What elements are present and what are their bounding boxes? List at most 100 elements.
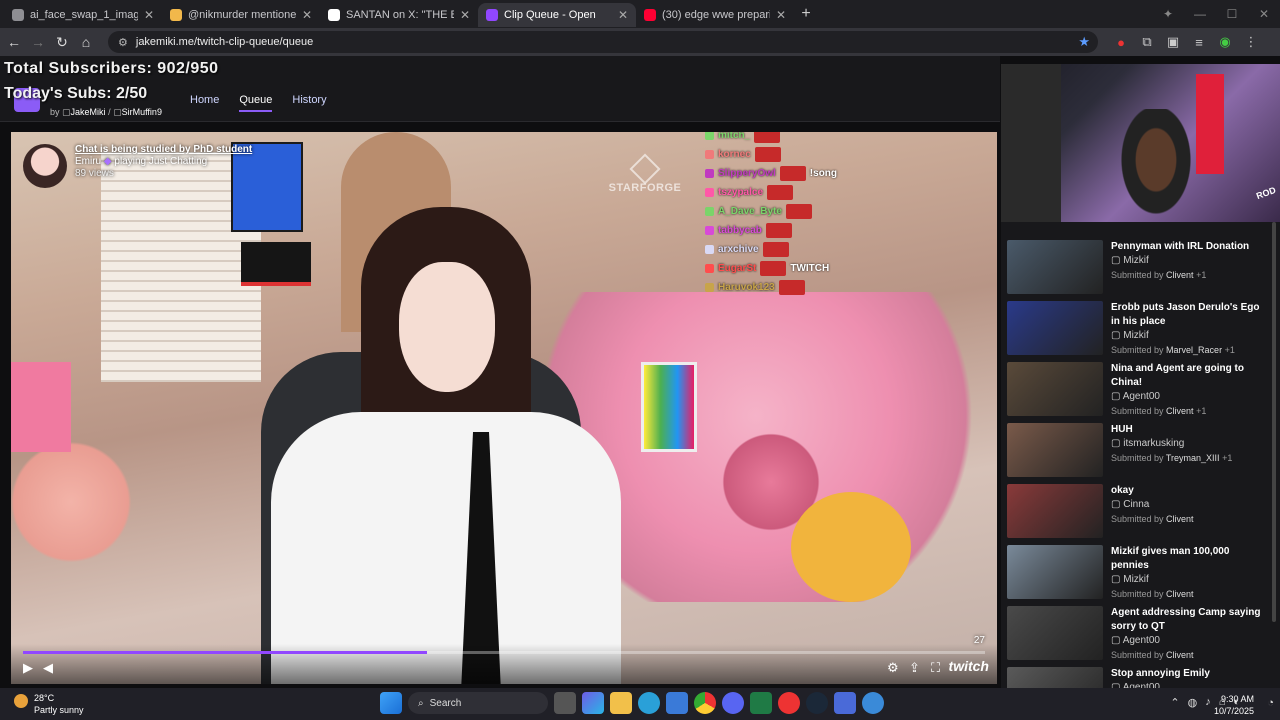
queue-thumbnail[interactable] — [1007, 362, 1103, 416]
queue-title[interactable]: Pennyman with IRL Donation — [1111, 240, 1249, 254]
new-tab-button[interactable]: + — [794, 5, 818, 23]
tab-close-icon[interactable]: ✕ — [144, 8, 154, 22]
edge-icon[interactable] — [638, 692, 660, 714]
clip-title[interactable]: Chat is being studied by PhD student — [75, 144, 252, 155]
app-shark-icon[interactable] — [834, 692, 856, 714]
play-icon[interactable]: ▶ — [23, 660, 33, 676]
temperature: 28°C — [34, 693, 55, 703]
clock[interactable]: 9:30 AM 10/7/2025 — [1214, 693, 1254, 717]
nav-history[interactable]: History — [292, 94, 326, 112]
close-window-button[interactable]: ✕ — [1248, 7, 1280, 21]
share-icon[interactable]: ⇪ — [909, 660, 920, 676]
queue-item[interactable]: Nina and Agent are going to China! ▢ Agen… — [1007, 362, 1269, 418]
mic-icon[interactable]: ♪ — [1205, 696, 1211, 709]
maximize-button[interactable]: ☐ — [1216, 7, 1248, 21]
show-hidden-icons[interactable]: ⌃ — [1170, 696, 1179, 709]
back-icon[interactable]: ← — [2, 34, 26, 50]
browser-tab[interactable]: ai_face_swap_1_image.png (15 ✕ — [4, 3, 162, 27]
sidebar-scrollbar[interactable] — [1272, 222, 1276, 622]
task-view-icon[interactable] — [554, 692, 576, 714]
queue-title[interactable]: Mizkif gives man 100,000 pennies — [1111, 545, 1269, 573]
browser-tab[interactable]: Clip Queue - Open ✕ — [478, 3, 636, 27]
extensions-icon[interactable]: ✦ — [1152, 7, 1184, 21]
twitch-icon: ▢ — [1111, 574, 1121, 585]
tab-favicon-icon — [644, 9, 656, 21]
queue-item[interactable]: HUH ▢ itsmarkusking Submitted by Treyman_X… — [1007, 423, 1269, 479]
queue-title[interactable]: HUH — [1111, 423, 1232, 437]
tab-close-icon[interactable]: ✕ — [302, 8, 312, 22]
extension-red-icon[interactable]: ● — [1108, 35, 1134, 50]
queue-title[interactable]: okay — [1111, 484, 1194, 498]
browser-tab[interactable]: SANTAN on X: "THE BOY WHO ✕ — [320, 3, 478, 27]
start-icon[interactable] — [380, 692, 402, 714]
twitch-icon: ▢ — [1111, 438, 1121, 449]
volume-icon[interactable]: ◀ — [43, 660, 53, 676]
menu-list-icon[interactable]: ≡ — [1186, 35, 1212, 50]
queue-item[interactable]: Agent addressing Camp saying sorry to QT… — [1007, 606, 1269, 662]
chat-overlay: mitch_ kornec SlipperyOwl !song tszypalce A_D… — [705, 132, 905, 297]
taskbar-search[interactable]: ⌕ Search — [408, 692, 548, 714]
queue-item[interactable]: Erobb puts Jason Derulo's Ego in his pla… — [1007, 301, 1269, 357]
puzzle-icon[interactable]: ⧉ — [1134, 34, 1160, 50]
queue-title[interactable]: Erobb puts Jason Derulo's Ego in his pla… — [1111, 301, 1269, 329]
progress-bar[interactable] — [23, 651, 985, 654]
queue-title[interactable]: Agent addressing Camp saying sorry to QT — [1111, 606, 1269, 634]
queue-title[interactable]: Stop annoying Emily — [1111, 667, 1210, 681]
settings-gear-icon[interactable]: ⚙ — [887, 660, 899, 676]
queue-thumbnail[interactable] — [1007, 301, 1103, 355]
queue-item[interactable]: Pennyman with IRL Donation ▢ Mizkif Submit… — [1007, 240, 1269, 296]
queue-thumbnail[interactable] — [1007, 606, 1103, 660]
sidepanel-icon[interactable]: ▣ — [1160, 34, 1186, 50]
author-link-1[interactable]: JakeMiki — [71, 107, 106, 117]
queue-thumbnail[interactable] — [1007, 545, 1103, 599]
clip-player[interactable]: STARFORGE Chat is being studied by PhD s… — [11, 132, 997, 684]
queue-item[interactable]: okay ▢ Cinna Submitted by Clivent — [1007, 484, 1269, 540]
tab-close-icon[interactable]: ✕ — [460, 8, 470, 22]
music-app-icon[interactable] — [778, 692, 800, 714]
kebab-menu-icon[interactable]: ⋮ — [1238, 34, 1264, 50]
streamer-name[interactable]: Emiru — [75, 156, 101, 167]
minimize-button[interactable]: — — [1184, 7, 1216, 21]
chat-message: kornec — [705, 145, 905, 164]
author-link-2[interactable]: SirMuffin9 — [122, 107, 162, 117]
queue-item[interactable]: Mizkif gives man 100,000 pennies ▢ Mizkif… — [1007, 545, 1269, 601]
bookmark-star-icon[interactable]: ★ — [1078, 34, 1090, 50]
forward-icon[interactable]: → — [26, 34, 50, 50]
queue-thumbnail[interactable] — [1007, 240, 1103, 294]
file-explorer-icon[interactable] — [610, 692, 632, 714]
chat-emote-icon — [765, 223, 792, 238]
weather-sun-icon — [14, 694, 28, 708]
streamer-avatar[interactable] — [23, 144, 67, 188]
total-subscribers-overlay: Total Subscribers: 902/950 — [4, 60, 219, 77]
notification-bell-icon[interactable]: ◔ — [1267, 697, 1274, 709]
fullscreen-icon[interactable]: ⛶ — [931, 660, 940, 676]
home-icon[interactable]: ⌂ — [74, 34, 98, 50]
discord-icon[interactable] — [722, 692, 744, 714]
queue-thumbnail[interactable] — [1007, 484, 1103, 538]
tray-app-icon[interactable]: ◍ — [1188, 696, 1198, 709]
store-icon[interactable] — [666, 692, 688, 714]
tab-close-icon[interactable]: ✕ — [618, 8, 628, 22]
browser-tab[interactable]: @nikmurder mentioned yo ✕ — [162, 3, 320, 27]
nav-queue[interactable]: Queue — [239, 94, 273, 112]
chrome-icon[interactable] — [694, 692, 716, 714]
queue-thumbnail[interactable] — [1007, 423, 1103, 477]
weather-widget[interactable]: 28°C Partly sunny — [14, 692, 84, 716]
excel-icon[interactable] — [750, 692, 772, 714]
address-bar[interactable]: ⚙ jakemiki.me/twitch-clip-queue/queue ★ — [108, 31, 1098, 53]
tab-close-icon[interactable]: ✕ — [776, 8, 786, 22]
queue-title[interactable]: Nina and Agent are going to China! — [1111, 362, 1269, 390]
site-info-icon[interactable]: ⚙ — [118, 36, 128, 49]
copilot-icon[interactable] — [582, 692, 604, 714]
reload-icon[interactable]: ↻ — [50, 34, 74, 51]
queue-item[interactable]: Stop annoying Emily ▢ Agent00 — [1007, 667, 1269, 688]
profile-avatar[interactable]: ◉ — [1212, 34, 1238, 50]
queue-channel: ▢ Agent00 — [1111, 391, 1160, 402]
browser-tab[interactable]: (30) edge wwe preparing finish ✕ — [636, 3, 794, 27]
twitch-logo[interactable]: twitch — [949, 658, 989, 674]
app-c-icon[interactable] — [862, 692, 884, 714]
queue-channel: ▢ Mizkif — [1111, 574, 1149, 585]
nav-home[interactable]: Home — [190, 94, 219, 112]
queue-thumbnail[interactable] — [1007, 667, 1103, 688]
steam-icon[interactable] — [806, 692, 828, 714]
